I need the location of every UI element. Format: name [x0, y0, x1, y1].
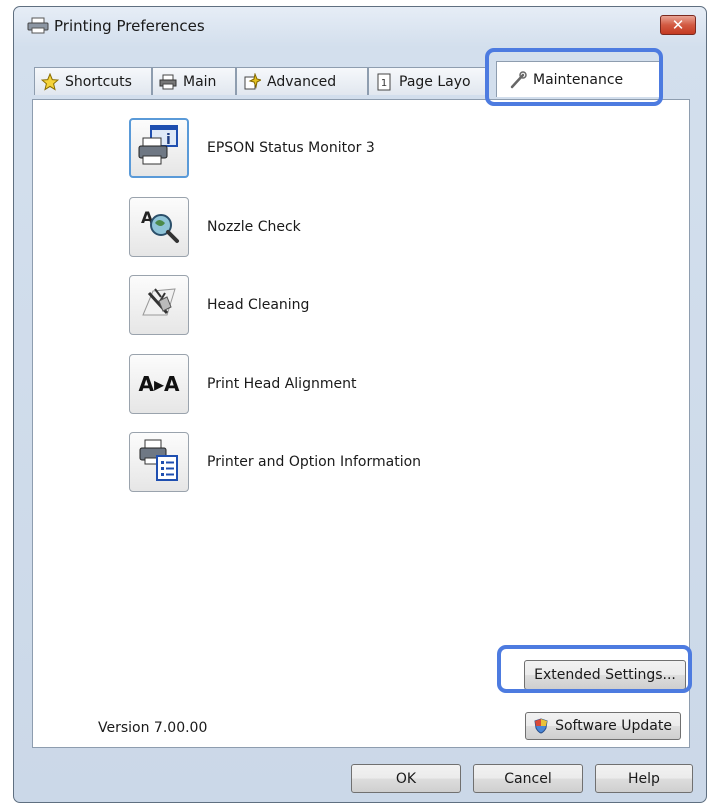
head-cleaning-item: Head Cleaning	[129, 274, 309, 336]
extended-settings-highlight	[497, 645, 692, 693]
tab-page-layout[interactable]: 1 Page Layo	[368, 67, 488, 95]
printer-info-label: Printer and Option Information	[207, 454, 422, 470]
head-cleaning-label: Head Cleaning	[207, 297, 310, 313]
printer-info-item: Printer and Option Information	[129, 431, 421, 493]
tab-advanced[interactable]: Advanced	[236, 67, 368, 95]
ok-button[interactable]: OK	[351, 764, 461, 793]
nozzle-check-icon: A	[137, 203, 181, 251]
svg-text:i: i	[166, 132, 171, 148]
printer-info-icon	[137, 438, 181, 486]
page-layout-icon: 1	[375, 73, 393, 91]
close-icon: ✕	[671, 16, 685, 34]
nozzle-check-item: A Nozzle Check	[129, 196, 301, 258]
printer-icon	[159, 73, 177, 91]
status-monitor-icon: i	[137, 124, 181, 172]
head-cleaning-icon	[137, 281, 181, 329]
nozzle-check-label: Nozzle Check	[207, 219, 301, 235]
tab-main[interactable]: Main	[152, 67, 236, 95]
status-monitor-label: EPSON Status Monitor 3	[207, 140, 375, 156]
star-icon	[40, 72, 60, 91]
head-cleaning-button[interactable]	[129, 275, 189, 335]
tab-shortcuts[interactable]: Shortcuts	[34, 67, 152, 95]
window-title: Printing Preferences	[54, 17, 205, 35]
print-head-alignment-button[interactable]: A▸A	[129, 354, 189, 414]
status-monitor-item: i EPSON Status Monitor 3	[129, 117, 375, 179]
shield-icon	[534, 718, 548, 734]
printer-info-button[interactable]	[129, 432, 189, 492]
printing-preferences-window: Printing Preferences ✕ Shortcuts Main Ad…	[13, 6, 707, 803]
nozzle-check-button[interactable]: A	[129, 197, 189, 257]
help-button[interactable]: Help	[595, 764, 693, 793]
print-head-alignment-item: A▸A Print Head Alignment	[129, 353, 356, 415]
title-bar: Printing Preferences ✕	[14, 7, 706, 43]
software-update-button[interactable]: Software Update	[525, 712, 681, 740]
advanced-icon	[243, 71, 263, 91]
svg-text:1: 1	[381, 78, 387, 89]
status-monitor-button[interactable]: i	[129, 118, 189, 178]
version-label: Version 7.00.00	[98, 720, 208, 736]
maintenance-tab-highlight	[485, 48, 663, 106]
cancel-button[interactable]: Cancel	[473, 764, 583, 793]
print-head-alignment-label: Print Head Alignment	[207, 376, 357, 392]
printer-icon	[27, 17, 49, 34]
close-button[interactable]: ✕	[660, 15, 696, 35]
alignment-icon: A▸A	[138, 372, 180, 396]
